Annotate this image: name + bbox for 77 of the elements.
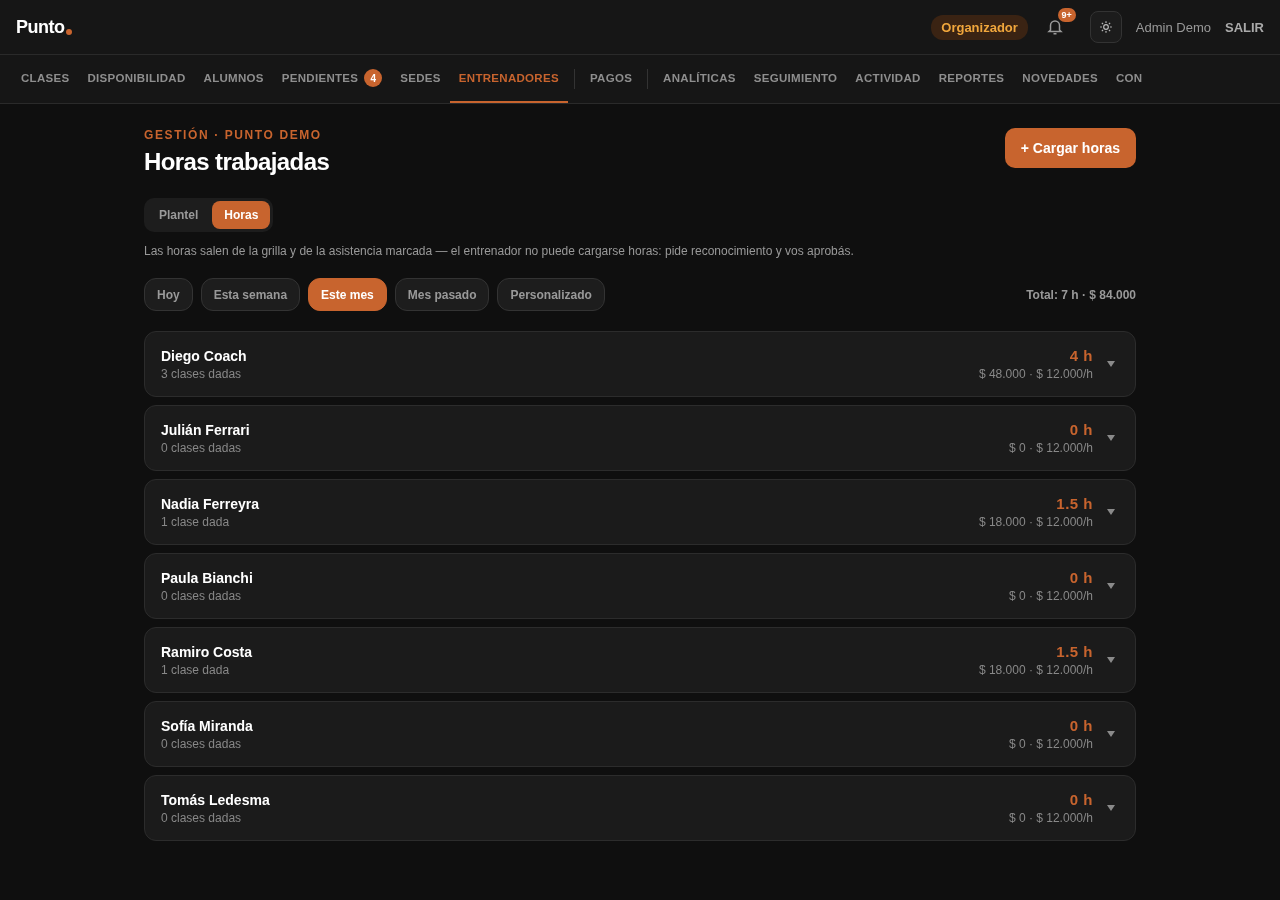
nav-tab[interactable]: ANALÍTICAS xyxy=(654,55,745,103)
amount-rate: $ 0 · $ 12.000/h xyxy=(1008,589,1093,603)
amount-rate: $ 0 · $ 12.000/h xyxy=(1008,811,1093,825)
trainer-card[interactable]: Ramiro Costa 1 clase dada 1.5 h $ 18.000 · $ 12.000/h xyxy=(144,627,1136,693)
count-badge: 4 xyxy=(364,69,383,87)
logo-dot-icon xyxy=(65,28,72,35)
nav-tab[interactable]: NOVEDADES xyxy=(1013,55,1107,103)
classes-count: 0 clases dadas xyxy=(161,736,243,751)
period-chip[interactable]: Personalizado xyxy=(497,278,605,311)
period-chip[interactable]: Esta semana xyxy=(200,278,301,311)
trainer-card[interactable]: Sofía Miranda 0 clases dadas 0 h $ 0 · $ 12.000/h xyxy=(144,701,1136,767)
hours-value: 4 h xyxy=(1069,347,1093,364)
hours-value: 1.5 h xyxy=(1056,643,1093,660)
period-chip[interactable]: Mes pasado xyxy=(394,278,490,311)
classes-count: 1 clase dada xyxy=(161,514,231,529)
trainer-name: Diego Coach xyxy=(161,347,247,364)
trainer-card[interactable]: Nadia Ferreyra 1 clase dada 1.5 h $ 18.000 · $ 12.000/h xyxy=(144,479,1136,545)
trainer-card[interactable]: Julián Ferrari 0 clases dadas 0 h $ 0 · $ 12.000/h xyxy=(144,405,1136,471)
classes-count: 0 clases dadas xyxy=(161,440,243,455)
classes-count: 0 clases dadas xyxy=(161,810,243,825)
trainer-name: Nadia Ferreyra xyxy=(161,495,260,512)
hours-value: 1.5 h xyxy=(1056,495,1093,512)
page-title: Horas trabajadas xyxy=(144,148,330,176)
period-chip[interactable]: Este mes xyxy=(308,278,387,311)
role-badge: Organizador xyxy=(931,14,1028,40)
trainer-name: Julián Ferrari xyxy=(161,421,250,438)
nav-tab[interactable]: CLASES xyxy=(12,55,79,103)
caret-icon xyxy=(1107,509,1115,515)
add-hours-button[interactable]: + Cargar horas xyxy=(1004,128,1136,168)
caret-icon xyxy=(1107,361,1115,367)
nav-tab[interactable]: ALUMNOS xyxy=(194,55,273,103)
logo: Punto xyxy=(16,16,65,38)
nav-tab[interactable]: ENTRENADORES xyxy=(449,55,568,103)
view-tab[interactable]: Plantel xyxy=(147,201,211,229)
bell-icon xyxy=(1045,18,1064,36)
hours-value: 0 h xyxy=(1069,569,1093,586)
nav-tab[interactable]: CON xyxy=(1106,55,1152,103)
nav-tab[interactable]: REPORTES xyxy=(929,55,1014,103)
nav-tab[interactable]: PAGOS xyxy=(580,55,642,103)
sun-icon xyxy=(1098,20,1113,34)
notification-count: 9+ xyxy=(1057,8,1076,22)
user-name: Admin Demo xyxy=(1135,19,1211,35)
trainer-name: Tomás Ledesma xyxy=(161,791,270,808)
classes-count: 3 clases dadas xyxy=(161,366,243,381)
nav-tab[interactable]: SEGUIMIENTO xyxy=(744,55,847,103)
logout-link[interactable]: SALIR xyxy=(1225,19,1264,35)
caret-icon xyxy=(1107,805,1115,811)
theme-toggle-button[interactable] xyxy=(1089,11,1122,43)
view-tab[interactable]: Horas xyxy=(212,201,271,229)
amount-rate: $ 48.000 · $ 12.000/h xyxy=(978,367,1093,381)
caret-icon xyxy=(1107,657,1115,663)
trainer-card[interactable]: Paula Bianchi 0 clases dadas 0 h $ 0 · $ 12.000/h xyxy=(144,553,1136,619)
period-chip[interactable]: Hoy xyxy=(144,278,193,311)
nav-tab[interactable]: PENDIENTES 4 xyxy=(272,55,392,103)
caret-icon xyxy=(1107,731,1115,737)
trainer-name: Paula Bianchi xyxy=(161,569,253,586)
info-note: Las horas salen de la grilla y de la asistencia marcada — el entrenador no puede cargarse horas: pide reconocimiento y vos aprobás. xyxy=(144,244,855,258)
nav-tab[interactable]: SEDES xyxy=(391,55,450,103)
classes-count: 1 clase dada xyxy=(161,662,231,677)
amount-rate: $ 0 · $ 12.000/h xyxy=(1008,737,1093,751)
hours-value: 0 h xyxy=(1069,717,1093,734)
nav-tab[interactable]: ACTIVIDAD xyxy=(846,55,930,103)
section-eyebrow: GESTIÓN · PUNTO DEMO xyxy=(144,128,323,142)
total-summary: Total: 7 h · $ 84.000 xyxy=(1026,287,1136,302)
amount-rate: $ 18.000 · $ 12.000/h xyxy=(978,515,1093,529)
amount-rate: $ 18.000 · $ 12.000/h xyxy=(978,663,1093,677)
trainer-card[interactable]: Diego Coach 3 clases dadas 4 h $ 48.000 · $ 12.000/h xyxy=(144,331,1136,397)
trainer-name: Ramiro Costa xyxy=(161,643,253,660)
amount-rate: $ 0 · $ 12.000/h xyxy=(1008,441,1093,455)
classes-count: 0 clases dadas xyxy=(161,588,243,603)
hours-value: 0 h xyxy=(1069,421,1093,438)
caret-icon xyxy=(1107,583,1115,589)
hours-value: 0 h xyxy=(1069,791,1093,808)
trainer-card[interactable]: Tomás Ledesma 0 clases dadas 0 h $ 0 · $ 12.000/h xyxy=(144,775,1136,841)
nav-tab[interactable]: DISPONIBILIDAD xyxy=(78,55,195,103)
caret-icon xyxy=(1107,435,1115,441)
trainer-name: Sofía Miranda xyxy=(161,717,253,734)
